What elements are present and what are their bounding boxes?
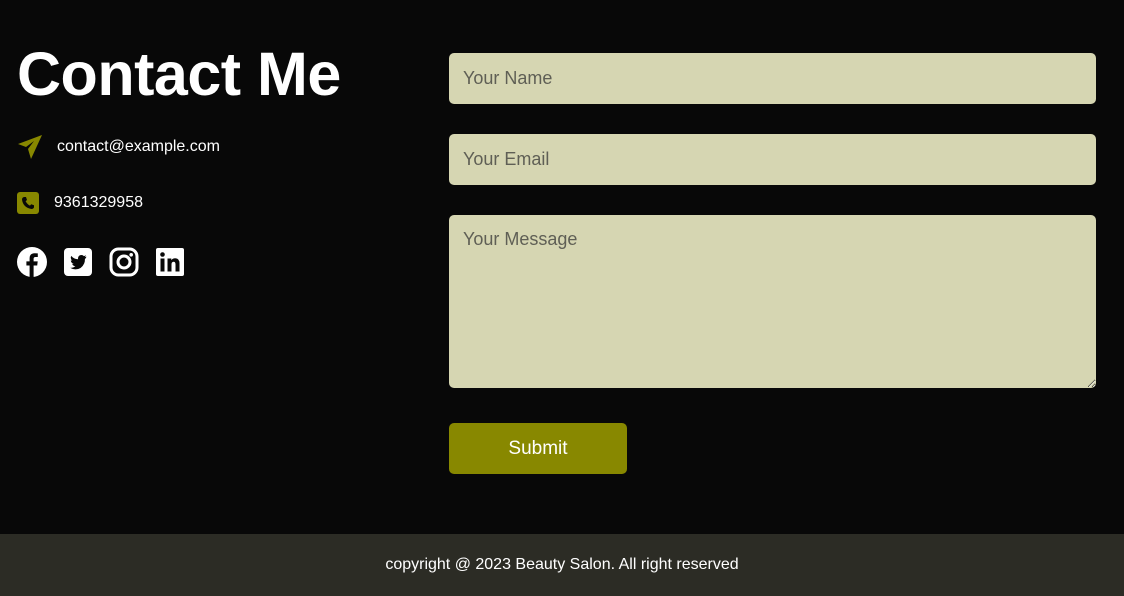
phone-square-icon — [17, 192, 39, 214]
email-input[interactable] — [449, 134, 1096, 185]
page-title: Contact Me — [17, 40, 341, 108]
email-text[interactable]: contact@example.com — [57, 138, 220, 156]
phone-row: 9361329958 — [17, 192, 143, 214]
phone-text[interactable]: 9361329958 — [54, 194, 143, 212]
social-links — [17, 247, 185, 277]
facebook-icon[interactable] — [17, 247, 47, 277]
contact-page: Contact Me contact@example.com 936132995… — [0, 0, 1124, 596]
copyright-text: copyright @ 2023 Beauty Salon. All right… — [385, 556, 739, 573]
contact-info: Contact Me contact@example.com 936132995… — [17, 38, 417, 277]
paper-plane-icon — [18, 135, 42, 159]
submit-button[interactable]: Submit — [449, 423, 627, 474]
footer: copyright @ 2023 Beauty Salon. All right… — [0, 534, 1124, 596]
name-input[interactable] — [449, 53, 1096, 104]
linkedin-icon[interactable] — [155, 247, 185, 277]
twitter-icon[interactable] — [63, 247, 93, 277]
instagram-icon[interactable] — [109, 247, 139, 277]
message-textarea[interactable] — [449, 215, 1096, 388]
email-row: contact@example.com — [17, 134, 220, 160]
